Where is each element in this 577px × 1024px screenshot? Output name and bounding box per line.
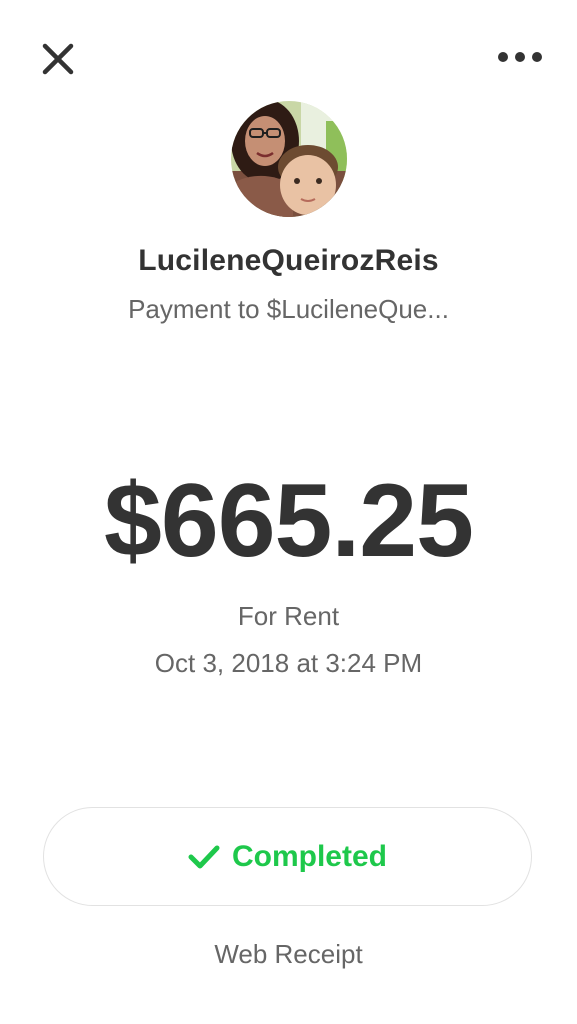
more-horizontal-icon — [498, 52, 542, 62]
checkmark-icon — [188, 845, 220, 868]
payment-note: For Rent — [237, 601, 340, 631]
more-options-button[interactable] — [492, 37, 548, 77]
payment-recipient-line: Payment to $LucileneQue... — [128, 294, 449, 324]
payment-amount: $665.25 — [104, 463, 474, 579]
payment-date: Oct 3, 2018 at 3:24 PM — [154, 648, 423, 678]
status-label: Completed — [231, 839, 387, 873]
avatar — [231, 101, 347, 217]
status-badge: Completed — [43, 807, 532, 906]
close-button[interactable] — [36, 37, 80, 81]
recipient-name: LucileneQueirozReis — [138, 244, 439, 277]
avatar-photo — [231, 101, 347, 217]
web-receipt-link[interactable]: Web Receipt — [0, 939, 577, 970]
payment-detail-screen: LucileneQueirozReis Payment to $Lucilene… — [0, 0, 577, 1024]
close-icon — [42, 43, 74, 75]
